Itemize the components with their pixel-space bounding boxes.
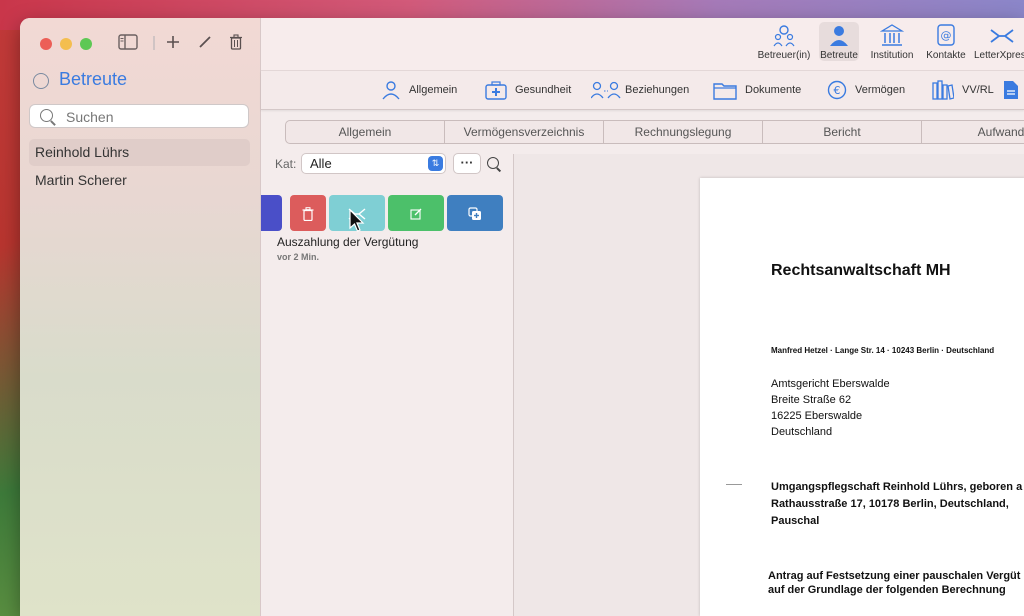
trash-icon [302,206,314,221]
tab-vermoegensverzeichnis[interactable]: Vermögensverzeichnis [445,121,604,143]
contacts-icon: @ [921,22,971,50]
toolbar-kontakte-button[interactable]: @ Kontakte [921,22,971,61]
toolbar-betreute-button[interactable]: Betreute [819,22,859,61]
letter-subject-line: Rathausstraße 17, 10178 Berlin, Deutschl… [771,498,1009,510]
close-window-button[interactable] [40,38,52,50]
person-outline-icon [382,81,400,100]
toolbar-betreuer-button[interactable]: Betreuer(in) [757,22,811,61]
trash-icon[interactable] [226,34,246,54]
nav-allgemein[interactable]: Allgemein [381,79,457,101]
fold-mark [726,484,742,485]
toolbar-institution-button[interactable]: Institution [867,22,917,61]
toolbar-letterxpress-button[interactable]: LetterXpress [974,22,1024,61]
search-box[interactable] [29,104,249,128]
letterxpress-icon [974,22,1024,50]
sub-tabs: Allgemein Vermögensverzeichnis Rechnungs… [285,120,1024,144]
letter-recipient-line: 16225 Eberswalde [771,410,863,422]
search-input[interactable] [64,107,248,127]
svg-text:€: € [834,84,841,97]
letter-request-line: auf der Grundlage der folgenden Berechnu… [768,584,1006,596]
search-icon[interactable] [487,157,499,169]
person-icon [819,22,859,50]
sidebar: Betreute Reinhold Lührs Martin Scherer [20,18,261,616]
document-preview: Rechtsanwaltschaft MH Manfred Hetzel · L… [513,154,1024,616]
letter-recipient-line: Deutschland [771,426,833,438]
entry-timestamp: vor 2 Min. [277,252,320,262]
letter-sender-line: Manfred Hetzel · Lange Str. 14 · 10243 B… [771,346,995,355]
main-content: Betreuer(in) Betreute Institution @ Kont… [261,18,1024,616]
app-window: Betreute Reinhold Lührs Martin Scherer B… [20,18,1024,616]
entry-title[interactable]: Auszahlung der Vergütung [277,235,418,249]
duplicate-icon [468,206,481,220]
filter-circle-icon[interactable] [33,73,49,89]
sidebar-toggle-icon[interactable] [118,34,138,54]
relations-icon [590,81,621,99]
tab-bericht[interactable]: Bericht [763,121,922,143]
tab-allgemein[interactable]: Allgemein [286,121,445,143]
edit-icon [410,208,422,220]
chevron-updown-icon: ⇅ [428,156,443,171]
letter-subject-line: Umgangspflegschaft Reinhold Lührs, gebor… [771,481,1023,493]
delete-button[interactable] [290,195,326,231]
duplicate-button[interactable] [447,195,503,231]
edit-button[interactable] [388,195,444,231]
svg-text:@: @ [941,29,952,42]
document-icon [1004,81,1018,100]
nav-document[interactable] [1003,79,1024,101]
letter-firm-name: Rechtsanwaltschaft MH [771,262,951,279]
euro-icon: € [827,80,847,100]
more-options-button[interactable]: ··· [453,153,481,174]
sidebar-title: Betreute [59,69,128,89]
search-icon [40,109,53,122]
letter-request-line: Antrag auf Festsetzung einer pauschalen … [768,570,1021,582]
left-action-button[interactable] [261,195,282,231]
folder-icon [713,83,737,100]
category-select[interactable]: Alle ⇅ [301,153,446,174]
people-outline-icon [757,22,811,50]
institution-icon [867,22,917,50]
zoom-window-button[interactable] [80,38,92,50]
sidebar-item-martin-scherer[interactable]: Martin Scherer [29,167,250,194]
section-navbar: Allgemein Gesundheit Beziehungen Dokumen… [261,71,1024,110]
letter-recipient-line: Breite Straße 62 [771,394,852,406]
sidebar-item-reinhold-luehrs[interactable]: Reinhold Lührs [29,139,250,166]
category-label: Kat: [275,157,297,171]
nav-dokumente[interactable]: Dokumente [713,79,801,101]
nav-beziehungen[interactable]: Beziehungen [590,79,689,101]
top-toolbar: Betreuer(in) Betreute Institution @ Kont… [261,18,1024,71]
letter-recipient-line: Amtsgericht Eberswalde [771,378,890,390]
medkit-icon [485,81,507,100]
books-icon [932,80,955,100]
letter-page: Rechtsanwaltschaft MH Manfred Hetzel · L… [700,178,1024,616]
toolbar-divider [153,36,155,50]
nav-vermoegen[interactable]: € Vermögen [827,79,905,101]
letter-subject-line: Pauschal [771,515,820,527]
nav-vvrl[interactable]: VV/RL [932,79,994,101]
tab-rechnungslegung[interactable]: Rechnungslegung [604,121,763,143]
add-icon[interactable] [163,34,183,54]
nav-gesundheit[interactable]: Gesundheit [485,79,571,101]
tab-aufwand[interactable]: Aufwand [922,121,1024,143]
mouse-pointer-icon [349,208,365,238]
edit-pencil-icon[interactable] [195,34,215,54]
minimize-window-button[interactable] [60,38,72,50]
